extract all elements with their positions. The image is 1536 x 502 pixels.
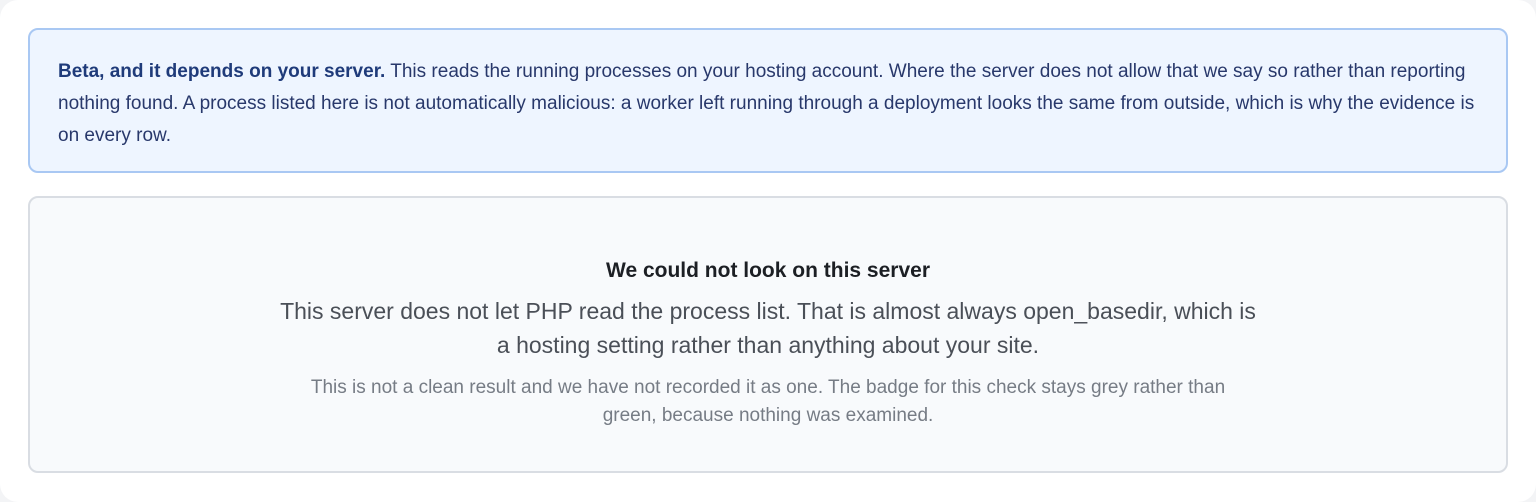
beta-notice: Beta, and it depends on your server. Thi… xyxy=(28,28,1508,173)
beta-notice-lead: Beta, and it depends on your server. xyxy=(58,61,386,82)
status-note: This is not a clean result and we have n… xyxy=(310,377,1226,426)
status-message: This server does not let PHP read the pr… xyxy=(280,298,1256,358)
page-container: Beta, and it depends on your server. Thi… xyxy=(0,0,1536,502)
server-status-panel: We could not look on this server This se… xyxy=(28,196,1508,473)
status-title: We could not look on this server xyxy=(606,259,930,282)
